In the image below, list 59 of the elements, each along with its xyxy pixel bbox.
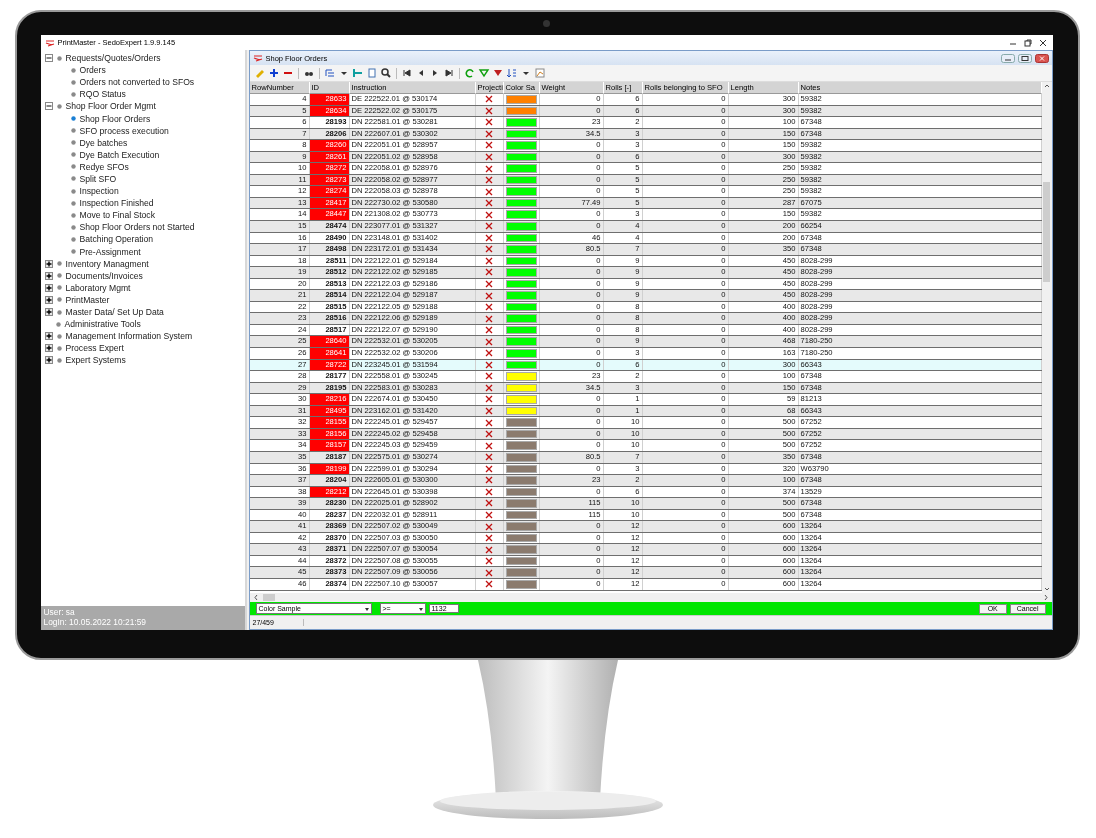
tree-item[interactable]: Inventory Managment <box>65 258 149 269</box>
expand-icon[interactable] <box>44 271 53 280</box>
maximize-icon[interactable] <box>1017 53 1032 63</box>
restore-icon[interactable] <box>1021 37 1034 48</box>
collapse-icon[interactable] <box>44 102 53 111</box>
tree-item[interactable]: Administrative Tools <box>64 319 141 330</box>
tree-item[interactable]: Requests/Quotes/Orders <box>65 53 161 64</box>
app-logo-icon <box>44 38 55 47</box>
expand-icon[interactable] <box>44 283 53 292</box>
scroll-up-icon[interactable] <box>1042 82 1051 90</box>
tree-item[interactable]: Shop Floor Order Mgmt <box>65 101 156 112</box>
expand-icon[interactable] <box>44 295 53 304</box>
plus-icon[interactable] <box>267 67 280 79</box>
tree-item[interactable]: Process Expert <box>65 343 124 354</box>
tree-item[interactable]: Shop Floor Orders not Started <box>79 222 195 233</box>
close-icon[interactable] <box>1034 53 1049 63</box>
app-logo-icon <box>252 54 263 62</box>
login-label: LogIn: 10.05.2022 10:21:59 <box>43 617 147 627</box>
expand-icon[interactable] <box>44 259 53 268</box>
tree-item[interactable]: Pre-Assignment <box>79 246 141 257</box>
tree-item[interactable]: RQO Status <box>79 89 126 100</box>
search-icon[interactable] <box>379 67 392 79</box>
expand-icon[interactable] <box>44 344 53 353</box>
collapse-icon[interactable] <box>44 54 53 63</box>
scrollbar[interactable] <box>249 593 1052 602</box>
tree-item[interactable]: Batching Operation <box>79 234 154 245</box>
expand-icon[interactable] <box>44 332 53 341</box>
first-icon[interactable] <box>400 67 413 79</box>
tree-item[interactable]: Inspection <box>79 186 119 197</box>
sort-icon[interactable] <box>505 67 518 79</box>
expand-icon[interactable] <box>44 308 53 316</box>
tree-item[interactable]: Expert Systems <box>65 355 126 366</box>
scrollbar-thumb[interactable] <box>1043 182 1050 282</box>
tree-item[interactable]: Documents/Invoices <box>65 270 143 281</box>
scroll-down-icon[interactable] <box>1042 585 1051 593</box>
tree-item[interactable]: Redye SFOs <box>79 161 129 172</box>
tree-item[interactable]: Split SFO <box>79 174 117 184</box>
webcam-icon <box>543 20 550 27</box>
tree-item[interactable]: Dye batches <box>79 137 128 148</box>
filter-icon[interactable] <box>477 67 490 79</box>
scrollbar[interactable] <box>1041 82 1052 593</box>
refresh-icon[interactable] <box>463 67 476 79</box>
scroll-left-icon[interactable] <box>252 594 259 601</box>
tree-item[interactable]: Move to Final Stock <box>79 210 155 221</box>
last-icon[interactable] <box>442 67 455 79</box>
expand-icon[interactable] <box>44 356 53 365</box>
tree-item[interactable]: Laboratory Mgmt <box>65 282 131 293</box>
tree-item[interactable]: Shop Floor Orders <box>79 113 151 124</box>
tree-item[interactable]: Orders <box>79 65 106 76</box>
tree-item[interactable]: Orders not converted to SFOs <box>79 77 195 88</box>
user-label: User: sa <box>43 607 76 617</box>
tree-item[interactable]: SFO process execution <box>79 125 169 136</box>
tree-item[interactable]: Master Data/ Set Up Data <box>65 307 164 317</box>
tree-item[interactable]: Management Information System <box>65 331 193 342</box>
tree-item[interactable]: PrintMaster <box>65 294 110 305</box>
tree-item[interactable]: Inspection Finished <box>79 198 154 209</box>
scroll-right-icon[interactable] <box>1042 594 1049 601</box>
tree-item[interactable]: Dye Batch Execution <box>79 149 160 160</box>
scrollbar-thumb[interactable] <box>262 594 275 601</box>
